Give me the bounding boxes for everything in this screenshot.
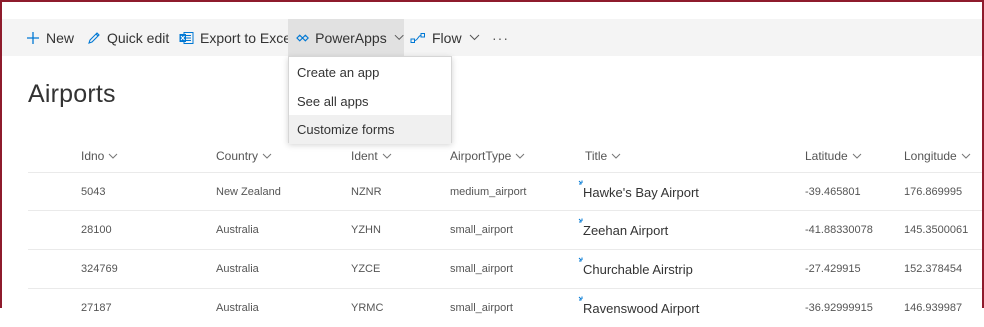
chevron-down-icon bbox=[382, 153, 392, 159]
column-header-label: Country bbox=[216, 149, 259, 163]
new-item-icon bbox=[578, 180, 583, 185]
column-header-title[interactable]: Title bbox=[585, 148, 621, 164]
column-header-label: Latitude bbox=[805, 149, 848, 163]
cell-longitude: 145.3500061 bbox=[904, 224, 969, 236]
new-button[interactable]: New bbox=[26, 19, 74, 56]
cell-title: Churchable Airstrip bbox=[578, 250, 788, 288]
table-row[interactable]: 324769 Australia YZCE small_airport Chur… bbox=[28, 249, 982, 288]
export-to-excel-button[interactable]: Export to Excel bbox=[179, 19, 294, 56]
flow-label: Flow bbox=[432, 29, 462, 46]
cell-airporttype: medium_airport bbox=[450, 186, 527, 198]
chevron-down-icon bbox=[469, 34, 479, 41]
pencil-icon bbox=[88, 31, 100, 44]
more-options-button[interactable]: ··· bbox=[492, 19, 509, 56]
cell-country: Australia bbox=[216, 302, 259, 314]
cell-ident: YRMC bbox=[351, 302, 384, 314]
cell-title: Ravenswood Airport bbox=[578, 289, 788, 327]
cell-country: New Zealand bbox=[216, 186, 281, 198]
chevron-down-icon bbox=[611, 153, 621, 159]
column-header-label: Title bbox=[585, 149, 608, 163]
cell-airporttype: small_airport bbox=[450, 302, 513, 314]
cell-airporttype: small_airport bbox=[450, 263, 513, 275]
title-link[interactable]: Zeehan Airport bbox=[583, 223, 668, 238]
export-label: Export to Excel bbox=[200, 29, 295, 46]
powerapps-label: PowerApps bbox=[315, 29, 387, 46]
cell-idno: 324769 bbox=[81, 263, 118, 275]
column-header-label: Longitude bbox=[904, 149, 957, 163]
new-item-icon bbox=[578, 257, 583, 262]
powerapps-icon bbox=[296, 33, 309, 42]
more-icon: ··· bbox=[492, 29, 509, 46]
column-header-latitude[interactable]: Latitude bbox=[805, 148, 862, 164]
cell-country: Australia bbox=[216, 224, 259, 236]
menu-item-customize-forms[interactable]: Customize forms bbox=[289, 115, 451, 144]
cell-airporttype: small_airport bbox=[450, 224, 513, 236]
flow-icon bbox=[410, 32, 425, 43]
chevron-down-icon bbox=[961, 153, 971, 159]
cell-longitude: 146.939987 bbox=[904, 302, 963, 314]
flow-button[interactable]: Flow bbox=[410, 19, 480, 56]
cell-idno: 5043 bbox=[81, 186, 106, 198]
chevron-down-icon bbox=[852, 153, 862, 159]
column-header-airporttype[interactable]: AirportType bbox=[450, 148, 525, 164]
menu-item-see-all-apps[interactable]: See all apps bbox=[289, 87, 451, 116]
chevron-down-icon bbox=[394, 34, 404, 41]
new-item-icon bbox=[578, 218, 583, 223]
command-bar: New Quick edit Export to Excel PowerApps… bbox=[2, 19, 982, 56]
column-header-ident[interactable]: Ident bbox=[351, 148, 392, 164]
chevron-down-icon bbox=[109, 153, 118, 159]
plus-icon bbox=[27, 31, 39, 44]
cell-ident: NZNR bbox=[351, 186, 382, 198]
column-header-country[interactable]: Country bbox=[216, 148, 272, 164]
powerapps-button[interactable]: PowerApps bbox=[288, 19, 404, 56]
excel-icon bbox=[179, 31, 194, 44]
column-header-label: Ident bbox=[351, 149, 378, 163]
chevron-down-icon bbox=[262, 153, 272, 159]
page-title: Airports bbox=[28, 80, 116, 108]
title-link[interactable]: Ravenswood Airport bbox=[583, 301, 699, 316]
chevron-down-icon bbox=[516, 153, 525, 159]
cell-latitude: -39.465801 bbox=[805, 186, 861, 198]
quick-edit-button[interactable]: Quick edit bbox=[87, 19, 169, 56]
new-label: New bbox=[46, 29, 75, 46]
column-header-longitude[interactable]: Longitude bbox=[904, 148, 971, 164]
cell-ident: YZCE bbox=[351, 263, 381, 275]
cell-longitude: 152.378454 bbox=[904, 263, 963, 275]
column-header-label: AirportType bbox=[450, 149, 512, 163]
table-row[interactable]: 28100 Australia YZHN small_airport Zeeha… bbox=[28, 210, 982, 249]
cell-ident: YZHN bbox=[351, 224, 381, 236]
title-link[interactable]: Churchable Airstrip bbox=[583, 262, 693, 277]
cell-longitude: 176.869995 bbox=[904, 186, 963, 198]
title-link[interactable]: Hawke's Bay Airport bbox=[583, 185, 699, 200]
new-item-icon bbox=[578, 296, 583, 301]
cell-country: Australia bbox=[216, 263, 259, 275]
cell-title: Zeehan Airport bbox=[578, 211, 788, 249]
cell-idno: 28100 bbox=[81, 224, 112, 236]
cell-title: Hawke's Bay Airport bbox=[578, 173, 788, 211]
powerapps-dropdown-menu: Create an app See all apps Customize for… bbox=[288, 56, 452, 144]
cell-latitude: -36.92999915 bbox=[805, 302, 873, 314]
quick-edit-label: Quick edit bbox=[107, 29, 170, 46]
column-header-label: Idno bbox=[81, 149, 105, 163]
menu-item-create-an-app[interactable]: Create an app bbox=[289, 58, 451, 87]
table-row[interactable]: 5043 New Zealand NZNR medium_airport Haw… bbox=[28, 172, 982, 211]
cell-latitude: -27.429915 bbox=[805, 263, 861, 275]
cell-latitude: -41.88330078 bbox=[805, 224, 873, 236]
cell-idno: 27187 bbox=[81, 302, 112, 314]
column-header-idno[interactable]: Idno bbox=[81, 148, 118, 164]
